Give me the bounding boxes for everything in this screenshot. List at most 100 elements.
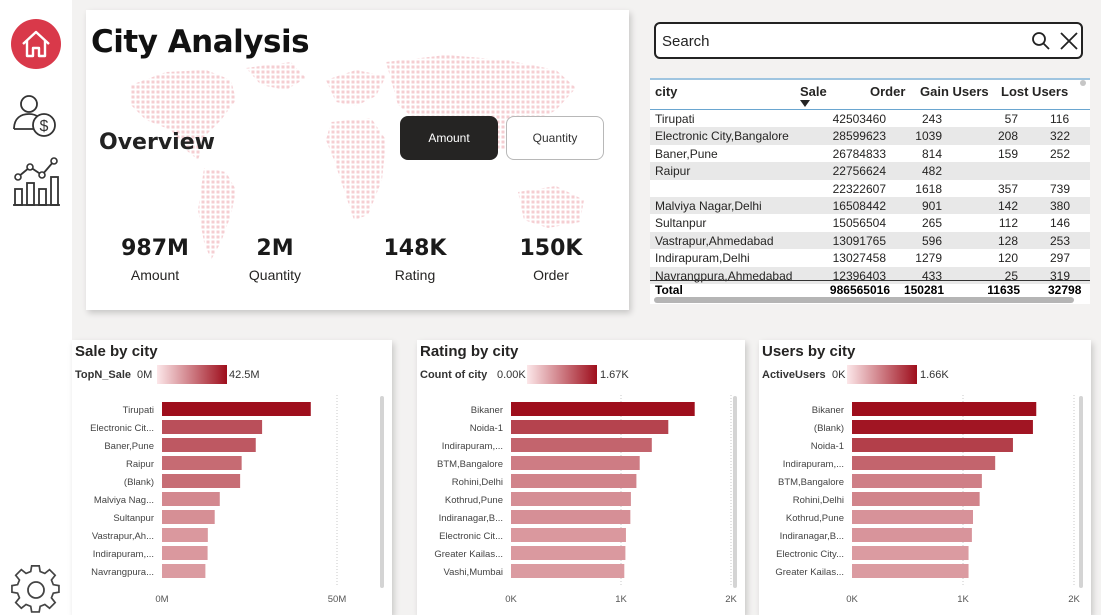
cell-sale: 42503460	[832, 112, 886, 126]
cell-lost-users: 297	[1050, 251, 1071, 266]
column-header-lost-users[interactable]: Lost Users	[1001, 84, 1068, 99]
quantity-toggle-button[interactable]: Quantity	[506, 116, 604, 160]
bar[interactable]	[852, 474, 982, 488]
bar[interactable]	[511, 402, 695, 416]
bar[interactable]	[511, 492, 631, 506]
table-row[interactable]: Electronic City,Bangalore 28599623 1039 208…	[650, 127, 1090, 145]
kpi-rating: 148K Rating	[355, 236, 475, 283]
kpi-amount: 987M Amount	[95, 236, 215, 283]
chart-scrollbar[interactable]	[1079, 396, 1083, 588]
bar[interactable]	[162, 474, 241, 488]
category-label: Electronic Cit...	[90, 423, 154, 434]
cell-city: Indirapuram,Delhi	[655, 251, 750, 266]
table-row[interactable]: Vastrapur,Ahmedabad 13091765 596 128 253	[650, 231, 1090, 250]
bar[interactable]	[852, 546, 969, 560]
cell-sale: 13091765	[832, 233, 886, 248]
bar[interactable]	[852, 438, 1013, 452]
table-row[interactable]: Malviya Nagar,Delhi 16508442 901 142 380	[650, 197, 1090, 215]
x-tick-label: 2K	[1068, 594, 1080, 605]
bar[interactable]	[511, 474, 637, 488]
column-header-order[interactable]: Order	[870, 84, 905, 99]
bar[interactable]	[511, 420, 669, 434]
clear-icon[interactable]	[1059, 31, 1079, 51]
search-icon[interactable]	[1031, 31, 1051, 51]
horizontal-scrollbar[interactable]	[654, 297, 1074, 303]
bar[interactable]	[852, 420, 1033, 434]
total-sale: 986565016	[829, 283, 890, 297]
chart-scrollbar[interactable]	[733, 396, 737, 588]
bar[interactable]	[511, 528, 626, 542]
bar[interactable]	[852, 528, 972, 542]
bar[interactable]	[511, 438, 652, 452]
cell-order: 482	[921, 164, 942, 179]
home-icon	[11, 19, 61, 69]
amount-toggle-button[interactable]: Amount	[400, 116, 498, 160]
bar[interactable]	[162, 492, 220, 506]
cell-gain-users: 208	[997, 129, 1018, 144]
column-header-sale[interactable]: Sale	[800, 84, 827, 99]
bar[interactable]	[852, 564, 969, 578]
category-label: Bikaner	[812, 405, 844, 416]
chart-analytics-icon	[13, 157, 60, 206]
table-row[interactable]: Indirapuram,Delhi 13027458 1279 120 297	[650, 249, 1090, 266]
cell-sale: 16508442	[832, 199, 886, 213]
bar[interactable]	[162, 402, 311, 416]
table-row[interactable]: Sultanpur 15056504 265 112 146	[650, 214, 1090, 231]
category-label: Indiranagar,B...	[439, 513, 503, 524]
category-label: Malviya Nag...	[94, 495, 154, 506]
category-label: Vastrapur,Ah...	[92, 531, 154, 542]
category-label: Kothrud,Pune	[786, 513, 844, 524]
category-label: Tirupati	[123, 405, 154, 416]
analytics-nav-button[interactable]	[10, 155, 62, 207]
table-row[interactable]: Baner,Pune 26784833 814 159 252	[650, 145, 1090, 162]
chart-scrollbar[interactable]	[380, 396, 384, 588]
bar[interactable]	[511, 564, 625, 578]
bar[interactable]	[852, 510, 973, 524]
category-label: Navrangpura...	[91, 567, 154, 578]
category-label: Greater Kailas...	[434, 549, 503, 560]
cell-order: 1279	[915, 251, 942, 266]
bar[interactable]	[162, 438, 256, 452]
user-dollar-nav-button[interactable]: $	[10, 90, 62, 142]
bar[interactable]	[852, 456, 996, 470]
cell-lost-users: 739	[1050, 181, 1071, 196]
bar[interactable]	[852, 492, 980, 506]
bar[interactable]	[511, 546, 626, 560]
home-nav-button[interactable]	[10, 18, 62, 70]
category-label: (Blank)	[124, 477, 154, 488]
cell-gain-users: 142	[997, 199, 1018, 213]
overview-title: Overview	[99, 130, 215, 155]
bar[interactable]	[162, 528, 208, 542]
cell-gain-users: 357	[997, 181, 1018, 196]
cell-lost-users: 116	[1050, 112, 1070, 126]
table-row[interactable]: Raipur 22756624 482	[650, 162, 1090, 180]
bar[interactable]	[511, 510, 631, 524]
cell-sale: 22322607	[832, 181, 886, 196]
vertical-scrollbar[interactable]	[1080, 80, 1086, 86]
cell-order: 243	[921, 112, 942, 126]
bar[interactable]	[162, 546, 208, 560]
column-header-gain-users[interactable]: Gain Users	[920, 84, 989, 99]
cell-sale: 22756624	[832, 164, 886, 179]
settings-nav-button[interactable]	[10, 563, 62, 615]
table-row[interactable]: 22322607 1618 357 739	[650, 180, 1090, 197]
category-label: Noida-1	[811, 441, 844, 452]
bar[interactable]	[162, 510, 215, 524]
bar[interactable]	[852, 402, 1037, 416]
column-header-city[interactable]: city	[655, 84, 677, 99]
cell-city: Malviya Nagar,Delhi	[655, 199, 762, 213]
bar[interactable]	[162, 420, 263, 434]
table-row[interactable]: Tirupati 42503460 243 57 116	[650, 110, 1090, 127]
bar[interactable]	[162, 456, 242, 470]
x-tick-label: 50M	[328, 594, 347, 605]
cell-sale: 26784833	[832, 146, 886, 161]
category-label: Indirapuram,...	[93, 549, 154, 560]
kpi-value: 148K	[383, 236, 447, 261]
x-tick-label: 1K	[957, 594, 969, 605]
search-input[interactable]	[662, 30, 1022, 52]
bar[interactable]	[162, 564, 206, 578]
cell-gain-users: 120	[997, 251, 1018, 266]
category-label: BTM,Bangalore	[437, 459, 503, 470]
bar[interactable]	[511, 456, 640, 470]
user-dollar-icon: $	[13, 95, 56, 137]
